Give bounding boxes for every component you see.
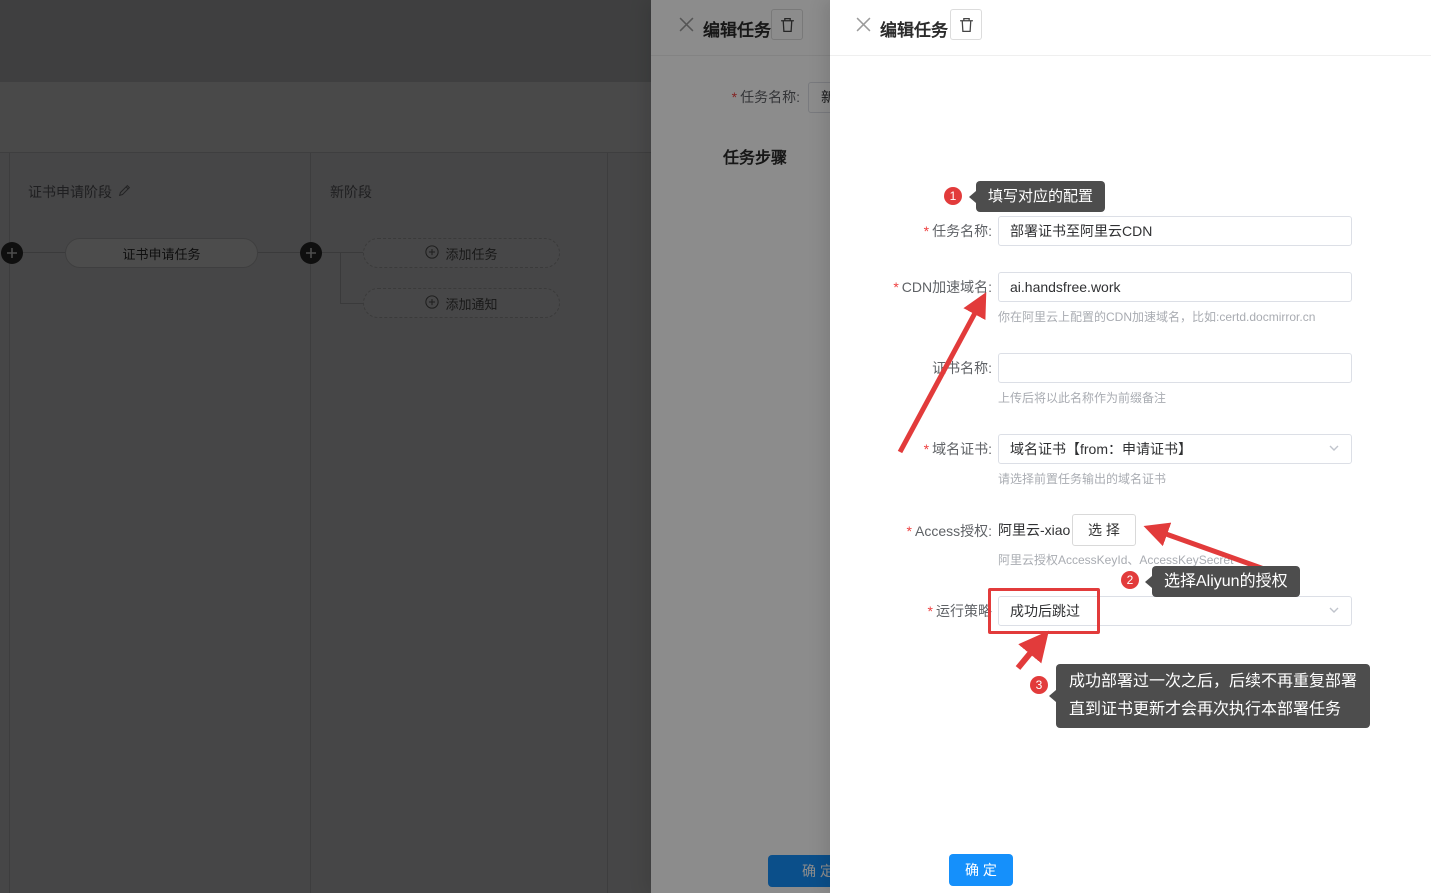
domain-cert-select[interactable]: 域名证书【from：申请证书】	[998, 434, 1352, 464]
drawer-header: 编辑任务	[830, 0, 1431, 56]
required-mark: *	[924, 441, 929, 457]
required-mark: *	[907, 523, 912, 539]
certd-pipeline-edit-screen: 证书申请阶段 新阶段 证书申请任务 添加任务	[0, 0, 1431, 893]
annotation-tooltip-1: 填写对应的配置	[976, 181, 1105, 212]
access-label: *Access授权:	[830, 515, 992, 547]
annotation-badge-1: 1	[944, 187, 962, 205]
cert-name-help: 上传后将以此名称作为前缀备注	[998, 389, 1166, 406]
chevron-down-icon	[1328, 435, 1340, 463]
annotation-badge-3: 3	[1030, 676, 1048, 694]
cert-name-input[interactable]	[998, 353, 1352, 383]
cdn-domain-help: 你在阿里云上配置的CDN加速域名，比如:certd.docmirror.cn	[998, 308, 1315, 325]
close-icon[interactable]	[856, 17, 871, 32]
domain-cert-label: *域名证书:	[830, 434, 992, 464]
annotation-badge-2: 2	[1121, 571, 1139, 589]
run-strategy-value: 成功后跳过	[1010, 597, 1080, 625]
access-value: 阿里云-xiao	[998, 514, 1072, 546]
run-strategy-select[interactable]: 成功后跳过	[998, 596, 1352, 626]
access-choose-button[interactable]: 选 择	[1072, 514, 1136, 546]
chevron-down-icon	[1328, 597, 1340, 625]
drawer-mask[interactable]	[0, 0, 830, 893]
cert-name-label: 证书名称:	[830, 353, 992, 383]
drawer-title: 编辑任务	[880, 16, 948, 41]
task-name-label: *任务名称:	[830, 216, 992, 246]
required-mark: *	[924, 223, 929, 239]
task-name-input[interactable]	[998, 216, 1352, 246]
run-strategy-label: *运行策略	[830, 596, 992, 626]
required-mark: *	[893, 279, 898, 295]
cdn-domain-input[interactable]	[998, 272, 1352, 302]
confirm-button[interactable]: 确 定	[949, 854, 1013, 886]
required-mark: *	[928, 603, 933, 619]
cdn-domain-label: *CDN加速域名:	[830, 272, 992, 302]
annotation-tooltip-2: 选择Aliyun的授权	[1152, 566, 1300, 597]
annotation-tooltip-3: 成功部署过一次之后，后续不再重复部署 直到证书更新才会再次执行本部署任务	[1056, 664, 1370, 728]
domain-cert-value: 域名证书【from：申请证书】	[1010, 435, 1192, 463]
domain-cert-help: 请选择前置任务输出的域名证书	[998, 470, 1166, 487]
trash-icon[interactable]	[950, 9, 982, 40]
